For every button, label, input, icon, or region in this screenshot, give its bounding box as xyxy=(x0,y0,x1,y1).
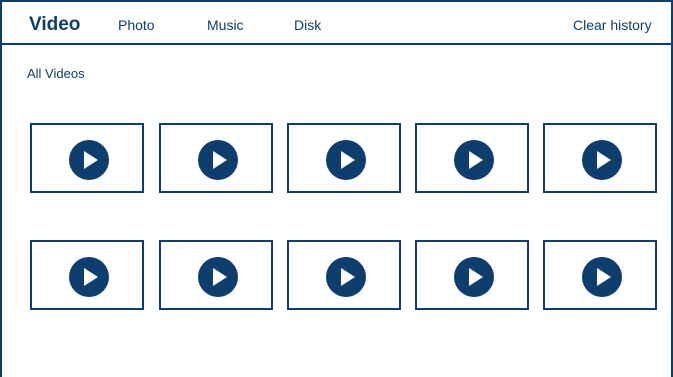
clear-history-button[interactable]: Clear history xyxy=(573,16,652,34)
video-tile[interactable] xyxy=(159,240,273,310)
play-icon xyxy=(454,140,494,180)
video-tile[interactable] xyxy=(30,240,144,310)
video-grid xyxy=(30,123,662,310)
tab-music[interactable]: Music xyxy=(207,16,244,34)
video-tile[interactable] xyxy=(159,123,273,193)
video-tile[interactable] xyxy=(543,123,657,193)
video-tile[interactable] xyxy=(287,123,401,193)
section-title: All Videos xyxy=(27,66,85,81)
tab-video[interactable]: Video xyxy=(29,13,80,37)
play-icon xyxy=(582,257,622,297)
tab-photo[interactable]: Photo xyxy=(118,16,155,34)
app-frame: Video Photo Music Disk Clear history All… xyxy=(0,0,673,377)
play-icon xyxy=(69,140,109,180)
play-icon xyxy=(326,140,366,180)
video-tile[interactable] xyxy=(415,123,529,193)
play-icon xyxy=(326,257,366,297)
play-icon xyxy=(454,257,494,297)
video-tile[interactable] xyxy=(30,123,144,193)
video-tile[interactable] xyxy=(543,240,657,310)
play-icon xyxy=(198,257,238,297)
top-nav-bar: Video Photo Music Disk Clear history xyxy=(2,2,671,45)
tab-disk[interactable]: Disk xyxy=(294,16,321,34)
video-tile[interactable] xyxy=(415,240,529,310)
video-tile[interactable] xyxy=(287,240,401,310)
play-icon xyxy=(69,257,109,297)
play-icon xyxy=(198,140,238,180)
play-icon xyxy=(582,140,622,180)
